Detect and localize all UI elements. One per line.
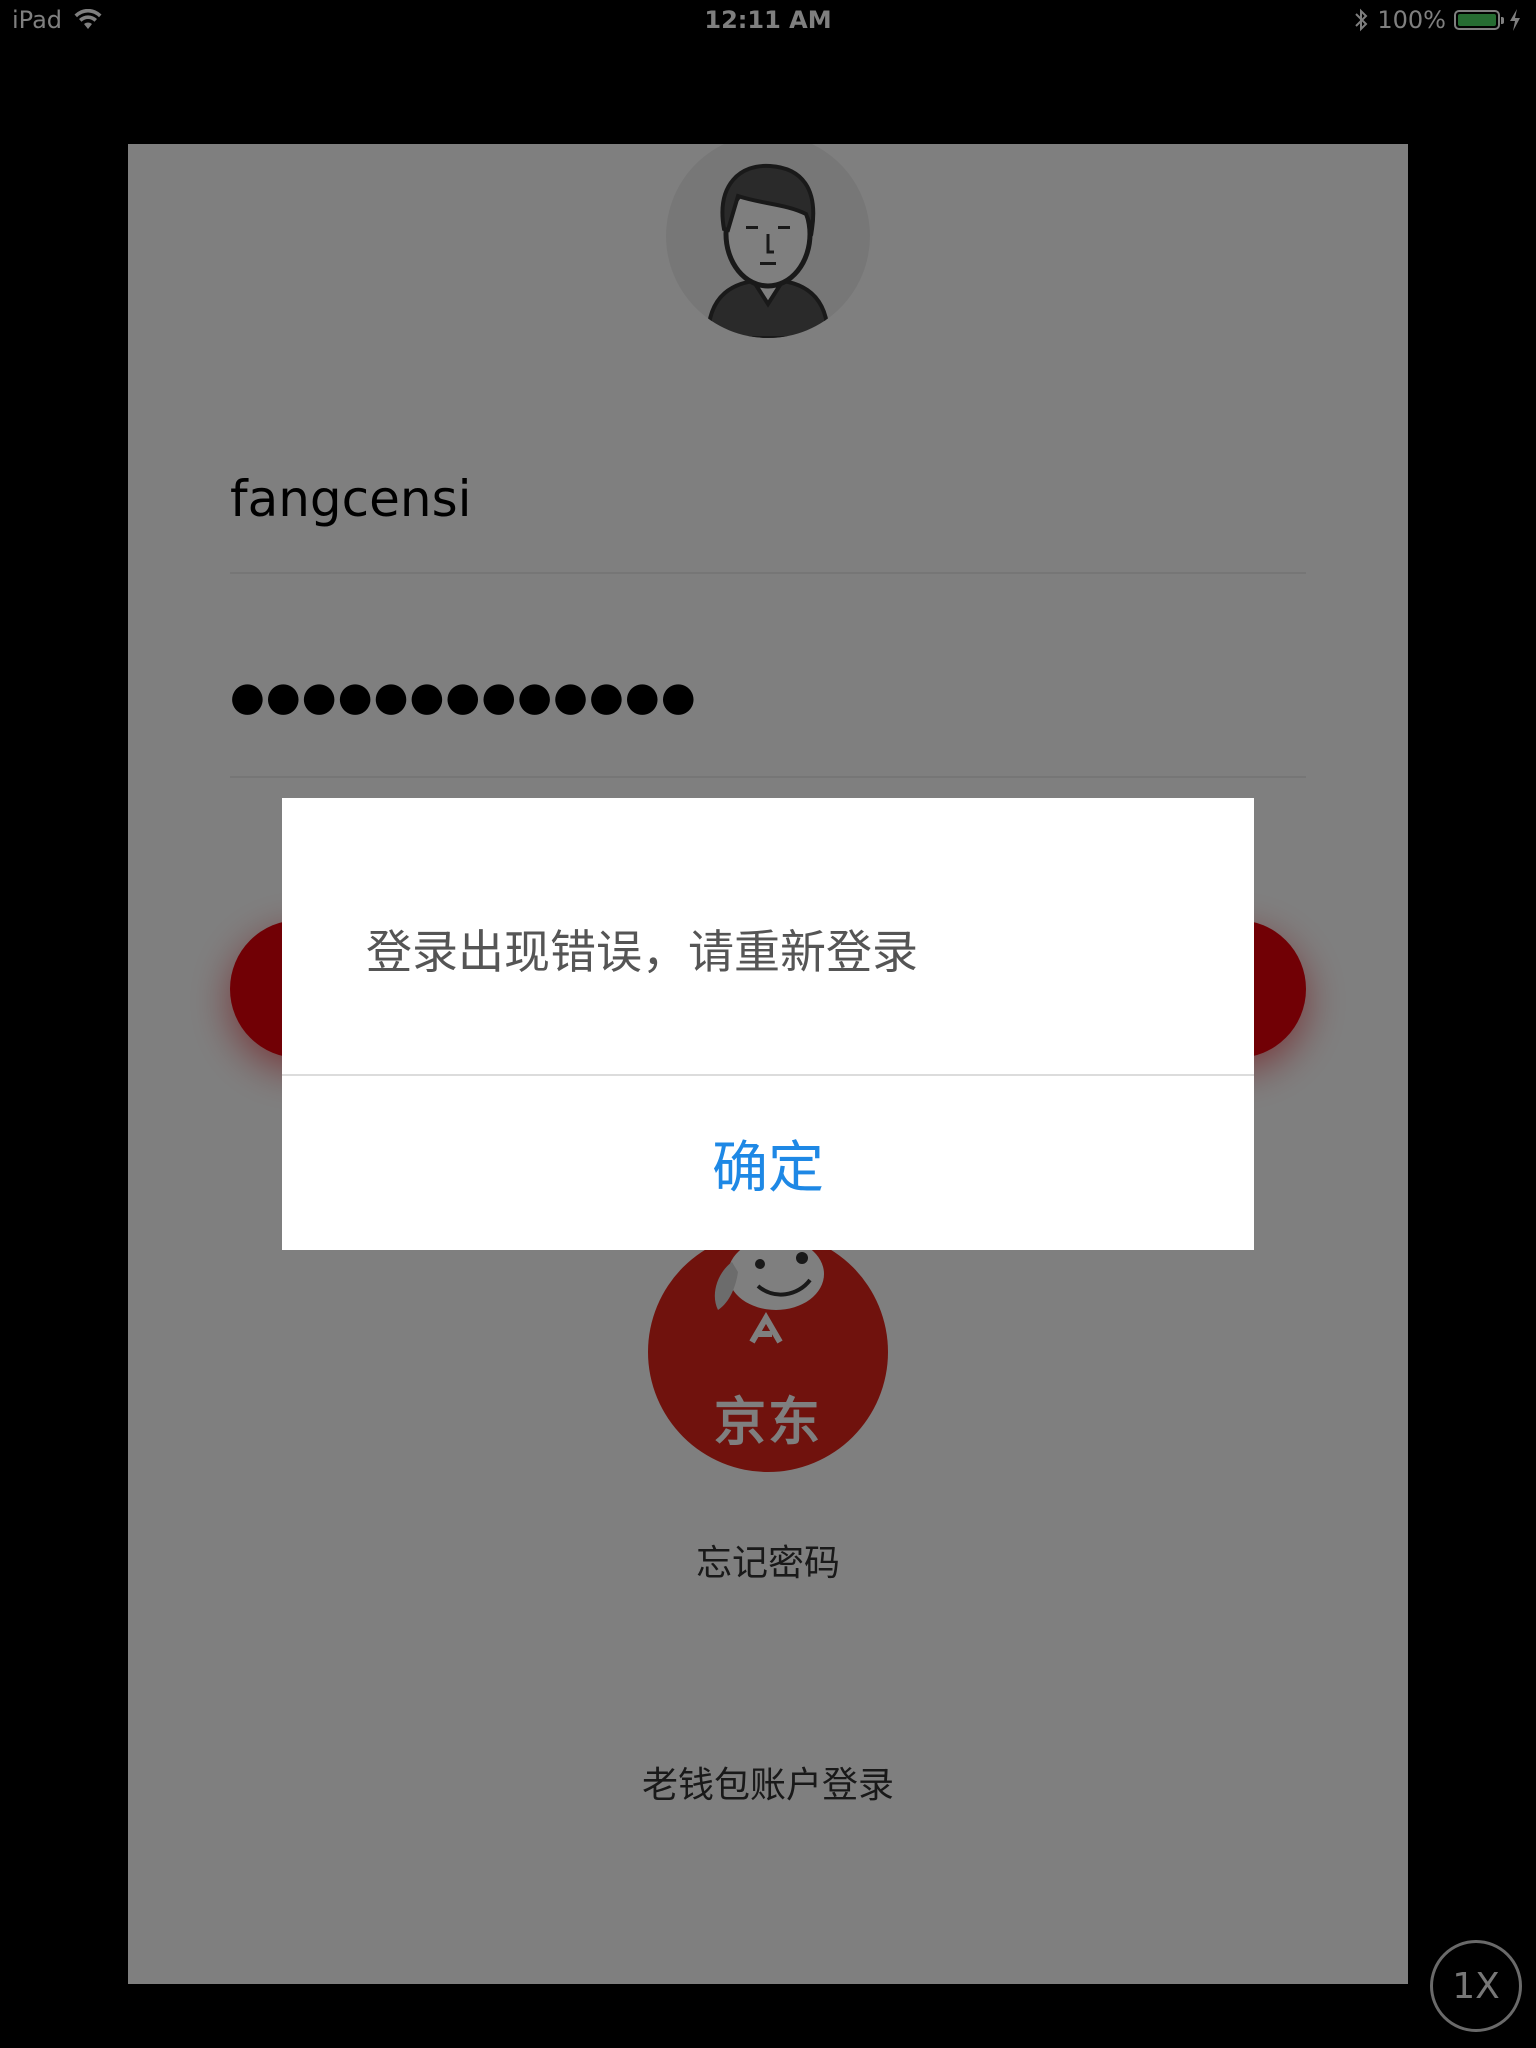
alert-message: 登录出现错误，请重新登录: [366, 925, 918, 979]
zoom-toggle-button[interactable]: 1X: [1430, 1940, 1522, 2032]
error-alert-dialog: 登录出现错误，请重新登录 确定: [282, 798, 1254, 1250]
confirm-button[interactable]: 确定: [282, 1076, 1254, 1250]
